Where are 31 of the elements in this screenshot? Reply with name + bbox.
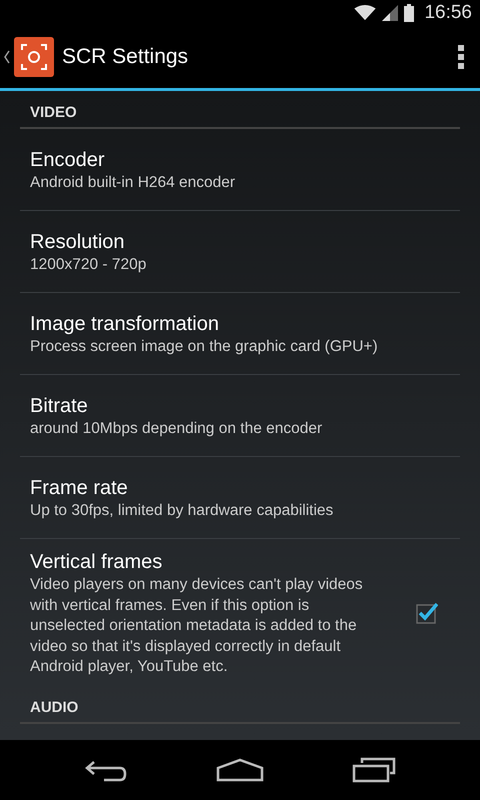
settings-item[interactable]: Resolution 1200x720 - 720p (20, 211, 460, 293)
item-summary: Video players on many devices can't play videos with vertical frames. Even if this option is unselected orientation metadata is added to the video so that it's displayed correctly in default Android player, YouTube etc. (30, 575, 364, 678)
overflow-menu-icon[interactable] (458, 44, 464, 68)
app-camera-icon[interactable] (14, 36, 54, 76)
battery-icon (404, 4, 414, 22)
item-summary: Android built-in H264 encoder (30, 173, 236, 194)
home-icon[interactable] (216, 758, 264, 782)
screen-title: SCR Settings (62, 44, 190, 68)
item-summary: Up to 30fps, limited by hardware capabilities (30, 501, 334, 522)
back-icon[interactable] (84, 758, 128, 782)
item-title: Encoder (30, 148, 106, 174)
item-summary: Process screen image on the graphic card (GPU+) (30, 337, 379, 358)
item-summary: 1200x720 - 720p (30, 255, 148, 276)
settings-item[interactable]: Encoder Android built-in H264 encoder (20, 129, 460, 211)
item-title: Resolution (30, 230, 126, 256)
section-header: AUDIO (20, 686, 460, 724)
settings-item[interactable]: Bitrate around 10Mbps depending on the encoder (20, 375, 460, 457)
settings-item[interactable]: Image transformation Process screen image on the graphic card (GPU+) (20, 293, 460, 375)
recent-apps-icon[interactable] (352, 757, 396, 783)
item-title: Image transformation (30, 312, 220, 338)
checkbox[interactable] (416, 602, 438, 624)
wifi-icon (354, 4, 376, 20)
item-title: Bitrate (30, 394, 89, 420)
item-title: Frame rate (30, 476, 129, 502)
signal-icon (382, 4, 398, 20)
section-header: VIDEO (20, 91, 460, 129)
item-title: Vertical frames (30, 550, 164, 575)
status-time: 16:56 (424, 2, 472, 24)
item-summary: around 10Mbps depending on the encoder (30, 419, 324, 440)
back-caret-icon[interactable] (4, 50, 10, 64)
settings-item[interactable]: Frame rate Up to 30fps, limited by hardware capabilities (20, 457, 460, 539)
